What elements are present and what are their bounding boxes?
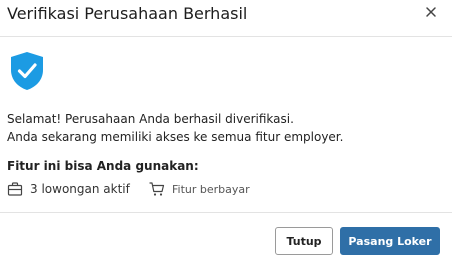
dialog-title: Verifikasi Perusahaan Berhasil (7, 4, 248, 23)
briefcase-icon (7, 181, 23, 197)
cart-icon (149, 181, 165, 197)
success-message-line-1: Selamat! Perusahaan Anda berhasil diveri… (7, 112, 294, 126)
success-message-line-2: Anda sekarang memiliki akses ke semua fi… (7, 130, 344, 144)
success-message: Selamat! Perusahaan Anda berhasil diveri… (7, 110, 343, 146)
dialog-footer: Tutup Pasang Loker (0, 212, 452, 261)
features-heading: Fitur ini bisa Anda gunakan: (7, 159, 199, 173)
close-icon[interactable] (424, 5, 438, 19)
feature-label: Fitur berbayar (172, 182, 250, 196)
verified-shield-icon (10, 51, 44, 91)
dialog-header: Verifikasi Perusahaan Berhasil (0, 0, 452, 37)
feature-active-jobs: 3 lowongan aktif (7, 181, 130, 197)
verification-dialog: Verifikasi Perusahaan Berhasil Selamat! … (0, 0, 452, 260)
feature-paid: Fitur berbayar (149, 181, 250, 197)
close-button[interactable]: Tutup (275, 227, 333, 255)
post-job-button[interactable]: Pasang Loker (340, 227, 440, 255)
feature-label: 3 lowongan aktif (30, 182, 130, 196)
